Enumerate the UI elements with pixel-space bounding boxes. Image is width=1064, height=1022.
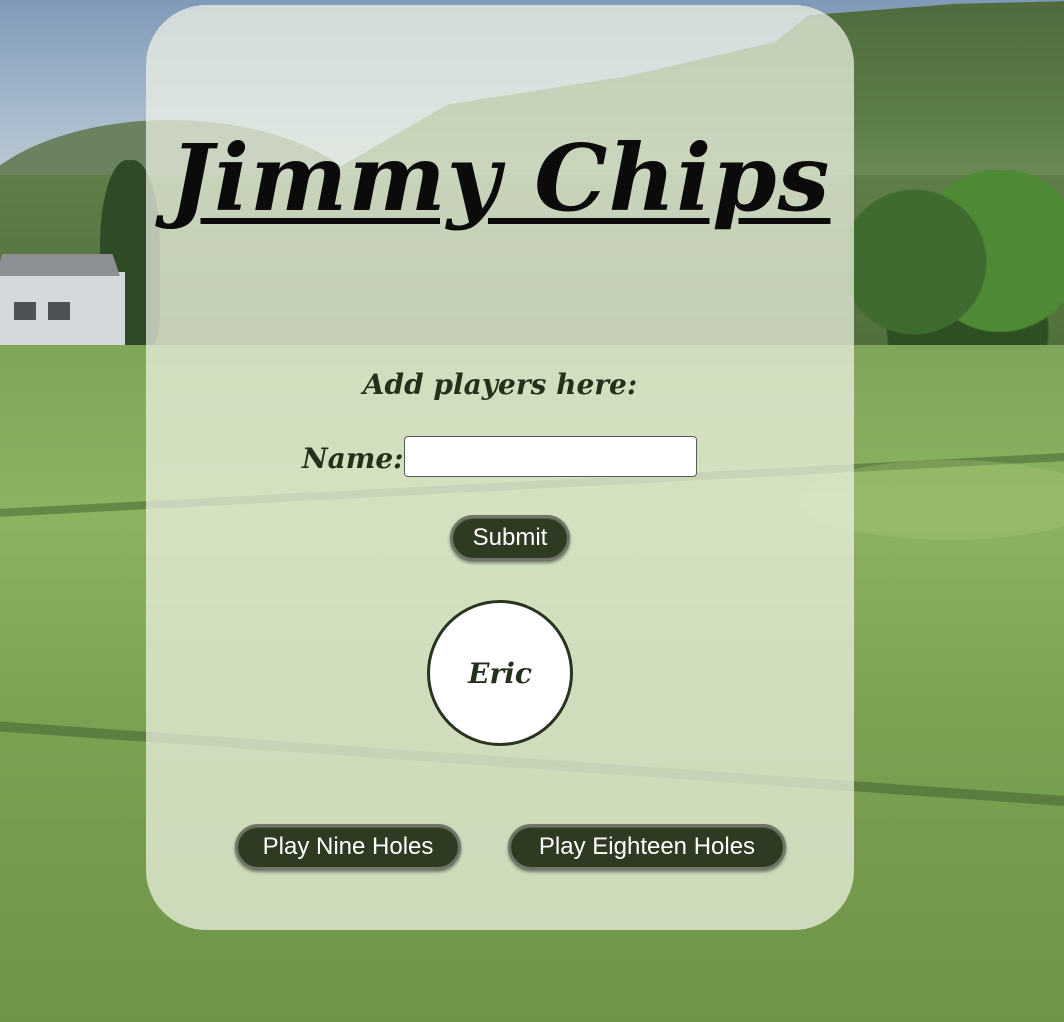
submit-button[interactable]: Submit [450,515,570,561]
play-nine-holes-button[interactable]: Play Nine Holes [235,824,461,870]
player-name: Eric [468,656,532,690]
name-label: Name: [302,442,404,475]
background-house-window [48,302,70,320]
player-token: Eric [427,600,573,746]
play-eighteen-holes-button[interactable]: Play Eighteen Holes [508,824,786,870]
name-input[interactable] [404,436,697,477]
background-house [0,272,125,347]
page-title: Jimmy Chips [169,124,831,232]
background-house-window [14,302,36,320]
add-players-heading: Add players here: [362,368,638,401]
main-card: Jimmy Chips Add players here: Name: Subm… [146,5,854,930]
